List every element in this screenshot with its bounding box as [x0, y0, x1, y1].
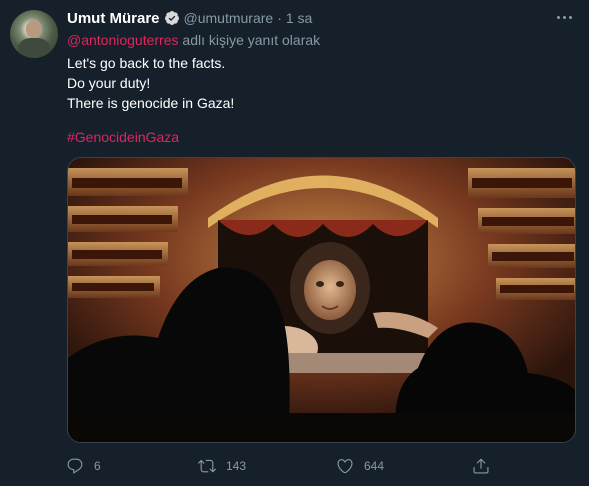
- tweet-header: Umut Mürare @umutmurare · 1 sa: [67, 9, 312, 27]
- hashtag-link[interactable]: #GenocideinGaza: [67, 129, 179, 145]
- reply-count: 6: [94, 459, 101, 473]
- timestamp[interactable]: 1 sa: [286, 10, 312, 26]
- handle[interactable]: @umutmurare: [184, 10, 274, 26]
- display-name[interactable]: Umut Mürare: [67, 10, 160, 27]
- verified-badge-icon: [164, 11, 179, 25]
- reply-suffix: adlı kişiye yanıt olarak: [182, 32, 321, 48]
- theatre-photo: [68, 158, 575, 442]
- tweet-image[interactable]: [67, 157, 576, 443]
- avatar-body: [18, 38, 50, 58]
- like-icon: [337, 459, 353, 474]
- reply-mention-link[interactable]: @antonioguterres: [67, 32, 179, 48]
- reply-icon: [67, 458, 83, 474]
- share-action[interactable]: [472, 455, 490, 477]
- more-icon[interactable]: [551, 8, 577, 26]
- tweet-line-3: There is genocide in Gaza!: [67, 95, 235, 111]
- tweet-line-1: Let's go back to the facts.: [67, 55, 226, 71]
- avatar[interactable]: [10, 10, 58, 58]
- avatar-head: [26, 20, 42, 38]
- tweet-actions: 6 143 644: [66, 455, 506, 477]
- separator-dot: ·: [277, 10, 282, 26]
- reply-action[interactable]: 6: [66, 455, 101, 477]
- tweet-line-2: Do your duty!: [67, 75, 151, 91]
- share-icon: [473, 458, 489, 474]
- tweet-text: Let's go back to the facts. Do your duty…: [67, 53, 234, 113]
- retweet-action[interactable]: 143: [198, 455, 246, 477]
- reply-context: @antonioguterres adlı kişiye yanıt olara…: [67, 32, 320, 48]
- like-count: 644: [364, 459, 385, 473]
- retweet-count: 143: [226, 459, 247, 473]
- like-action[interactable]: 644: [336, 455, 384, 477]
- retweet-icon: [198, 459, 216, 473]
